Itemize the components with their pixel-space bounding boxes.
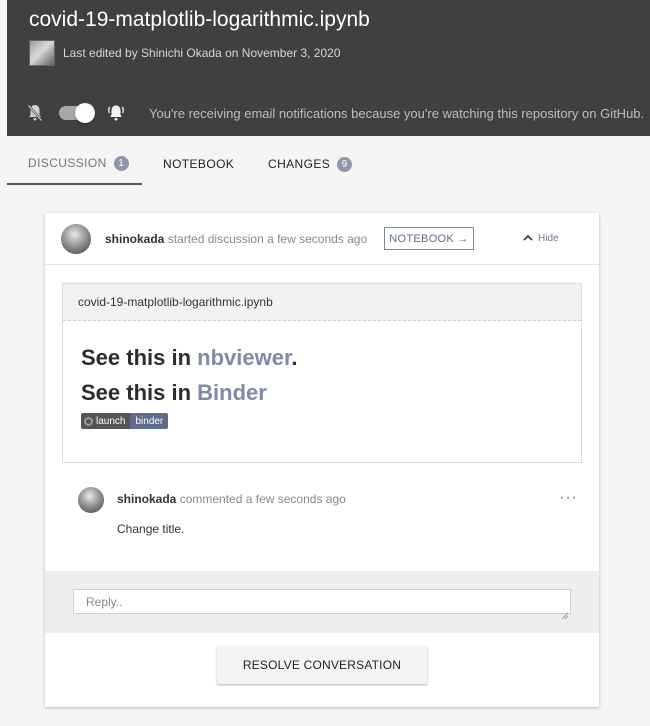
comment-author[interactable]: shinokada: [117, 492, 176, 506]
discussion-card: shinokada started discussion a few secon…: [45, 213, 599, 707]
hide-label: Hide: [538, 232, 559, 244]
resolve-conversation-button[interactable]: RESOLVE CONVERSATION: [217, 646, 427, 684]
page-title: covid-19-matplotlib-logarithmic.ipynb: [29, 8, 370, 31]
notebook-header: covid-19-matplotlib-logarithmic.ipynb La…: [7, 0, 650, 136]
see-binder-line: See this in Binder: [81, 380, 267, 406]
notebook-button[interactable]: NOTEBOOK →: [384, 227, 474, 250]
tab-discussion-label: DISCUSSION: [28, 156, 107, 170]
badge-left: launch: [81, 413, 131, 429]
reply-area: [45, 571, 599, 633]
discussion-header: shinokada started discussion a few secon…: [45, 213, 599, 265]
started-text: started discussion a few seconds ago: [167, 232, 368, 246]
avatar: [61, 224, 91, 254]
binder-logo-icon: [84, 416, 93, 426]
last-edited-row: Last edited by Shinichi Okada on Novembe…: [29, 40, 341, 66]
see-prefix: See this in: [81, 345, 198, 370]
avatar: [78, 487, 104, 513]
tab-bar: DISCUSSION 1 NOTEBOOK CHANGES 9: [7, 143, 353, 185]
notification-row: You're receiving email notifications bec…: [27, 103, 647, 123]
comment-body: Change title.: [117, 522, 185, 536]
see-suffix: .: [291, 345, 298, 370]
see-nbviewer-line: See this in nbviewer.: [81, 345, 297, 371]
badge-left-text: launch: [96, 415, 126, 427]
notebook-preview: covid-19-matplotlib-logarithmic.ipynb Se…: [62, 283, 582, 463]
resize-grip-icon[interactable]: [561, 607, 569, 620]
notebook-filename: covid-19-matplotlib-logarithmic.ipynb: [63, 284, 581, 321]
avatar: [29, 40, 55, 66]
toggle-knob: [75, 103, 95, 123]
tab-discussion[interactable]: DISCUSSION 1: [7, 143, 142, 185]
comment-time: commented a few seconds ago: [179, 492, 346, 506]
changes-count-badge: 9: [337, 156, 353, 172]
discussion-meta: shinokada started discussion a few secon…: [105, 232, 367, 246]
bell-off-icon[interactable]: [27, 104, 43, 122]
nbviewer-link[interactable]: nbviewer: [197, 345, 291, 370]
hide-button[interactable]: Hide: [523, 232, 559, 244]
badge-right-text: binder: [130, 413, 169, 429]
tab-changes-label: CHANGES: [268, 157, 331, 171]
tab-notebook[interactable]: NOTEBOOK: [142, 143, 262, 185]
see-prefix: See this in: [81, 380, 198, 405]
discussion-count-badge: 1: [113, 155, 129, 171]
author-name[interactable]: shinokada: [105, 232, 164, 246]
last-edited-text: Last edited by Shinichi Okada on Novembe…: [63, 46, 341, 60]
comment: shinokada commented a few seconds ago Ch…: [78, 487, 577, 547]
notification-text: You're receiving email notifications bec…: [149, 105, 645, 121]
bell-ringing-icon[interactable]: [107, 104, 124, 122]
more-options-icon[interactable]: ···: [559, 489, 578, 507]
notification-toggle[interactable]: [59, 103, 95, 123]
tab-notebook-label: NOTEBOOK: [163, 157, 235, 171]
reply-input[interactable]: [73, 589, 571, 614]
chevron-up-icon: [523, 232, 533, 244]
launch-binder-badge[interactable]: launch binder: [81, 413, 169, 429]
comment-meta: shinokada commented a few seconds ago: [117, 492, 346, 506]
tab-changes[interactable]: CHANGES 9: [262, 143, 353, 185]
binder-link[interactable]: Binder: [197, 380, 267, 405]
